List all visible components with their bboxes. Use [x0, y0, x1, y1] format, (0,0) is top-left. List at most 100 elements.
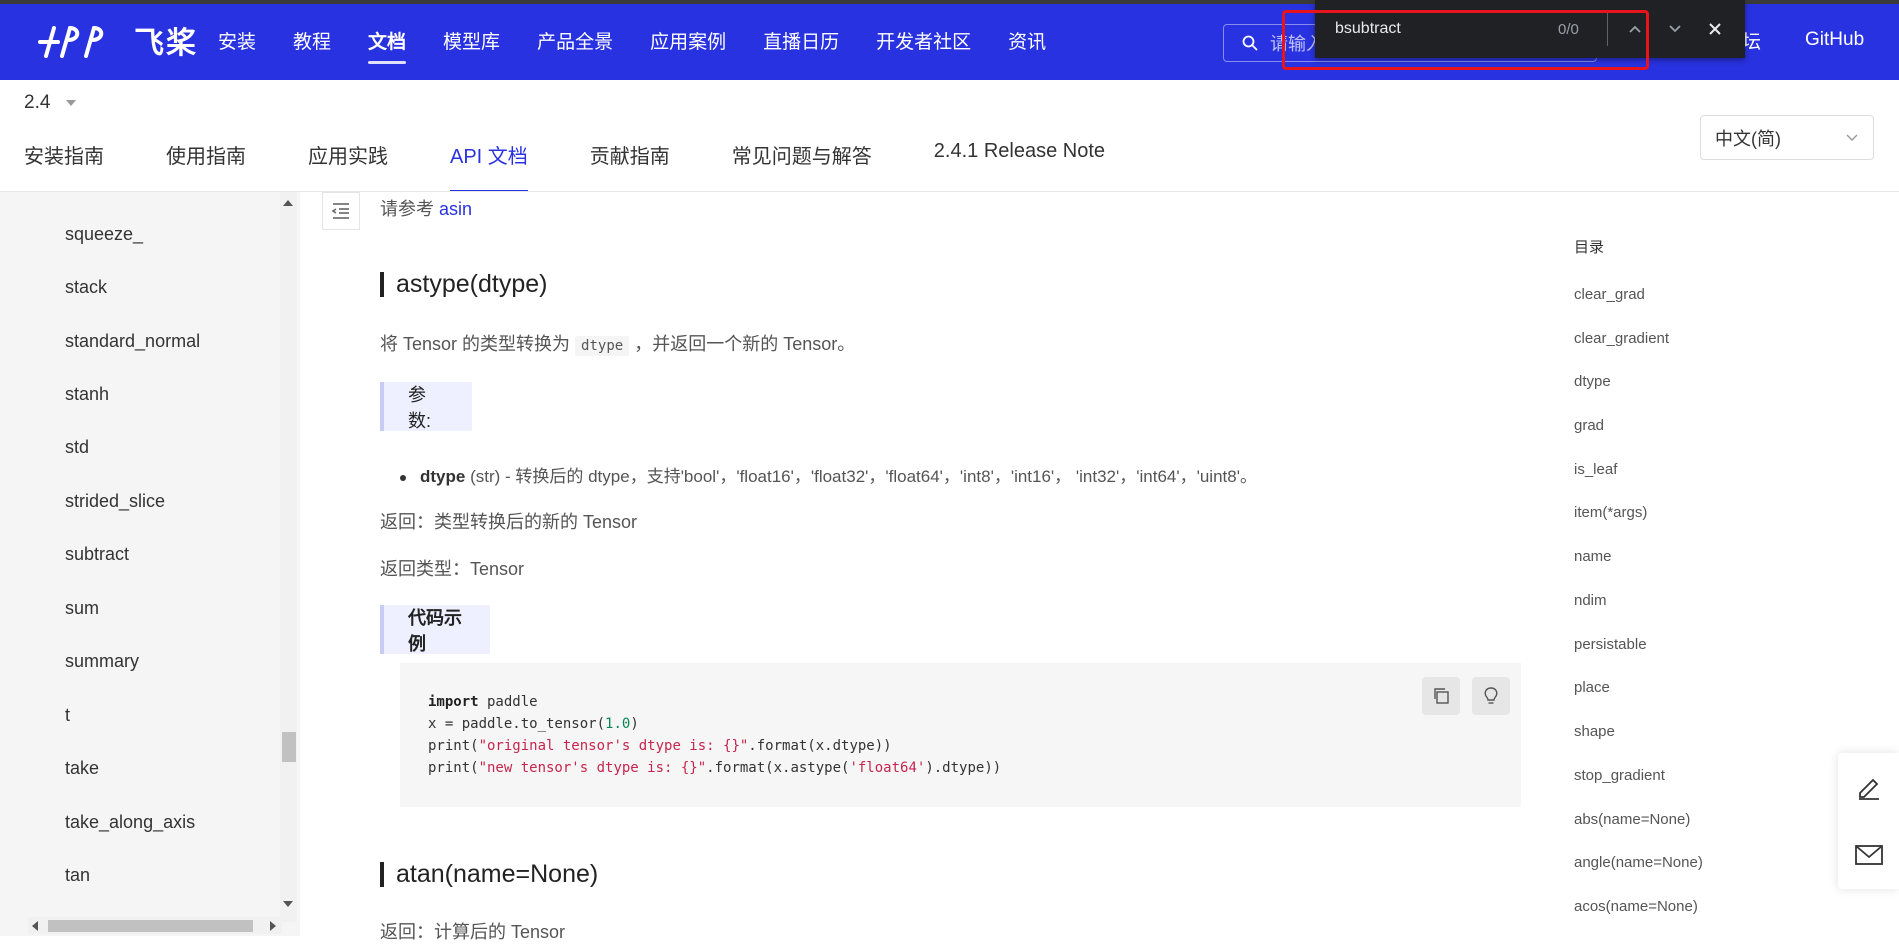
code-text: print(: [428, 738, 479, 754]
search-icon: [1242, 35, 1258, 51]
edit-page-button[interactable]: [1838, 753, 1899, 821]
tab-release-note[interactable]: 2.4.1 Release Note: [934, 140, 1105, 192]
code-string: "new tensor's dtype is: {}": [478, 760, 707, 776]
reference-link-asin[interactable]: asin: [439, 199, 472, 219]
sidebar-item-subtract[interactable]: subtract: [65, 544, 129, 565]
toc-item-name[interactable]: name: [1574, 548, 1612, 565]
toc-item-abs[interactable]: abs(name=None): [1574, 811, 1690, 828]
tab-practices[interactable]: 应用实践: [308, 140, 388, 192]
nav-model-zoo[interactable]: 模型库: [443, 0, 500, 80]
nav-cases[interactable]: 应用案例: [650, 0, 726, 80]
param-name: dtype: [420, 467, 466, 486]
find-close-button[interactable]: [1698, 12, 1732, 46]
toc-item-clear-grad[interactable]: clear_grad: [1574, 286, 1645, 303]
run-code-button[interactable]: [1472, 677, 1510, 715]
heading-bar: [380, 862, 384, 887]
code-number: 1.0: [605, 716, 631, 732]
param-dtype-item: dtype (str) - 转换后的 dtype，支持'bool'，'float…: [400, 462, 1257, 487]
toc-toggle-button[interactable]: [322, 192, 360, 230]
sidebar-item-stack[interactable]: stack: [65, 277, 107, 298]
sidebar-scroll-thumb[interactable]: [282, 732, 296, 762]
tab-user-guide[interactable]: 使用指南: [166, 140, 246, 192]
code-example-block: import paddle x = paddle.to_tensor(1.0) …: [400, 663, 1521, 807]
sidebar-item-strided-slice[interactable]: strided_slice: [65, 491, 165, 512]
nav-products[interactable]: 产品全景: [537, 0, 613, 80]
feedback-mail-button[interactable]: [1838, 821, 1899, 889]
sidebar-item-squeeze_[interactable]: squeeze_: [65, 224, 143, 245]
section-heading-astype: astype(dtype): [380, 270, 547, 299]
heading-bar: [380, 272, 384, 297]
paddle-logo[interactable]: 飞桨: [36, 22, 198, 60]
sidebar-item-summary[interactable]: summary: [65, 651, 139, 672]
atan-returns: 返回：计算后的 Tensor: [380, 922, 566, 942]
sidebar-item-std[interactable]: std: [65, 437, 89, 458]
find-previous-button[interactable]: [1618, 12, 1652, 46]
code-line-2: x = paddle.to_tensor(1.0): [428, 716, 639, 732]
toc-item-angle[interactable]: angle(name=None): [1574, 854, 1703, 871]
find-match-count: 0/0: [1558, 20, 1579, 38]
toc-item-ndim[interactable]: ndim: [1574, 592, 1607, 609]
sidebar-item-take[interactable]: take: [65, 758, 99, 779]
tab-install-guide[interactable]: 安装指南: [24, 140, 104, 192]
tab-contribute[interactable]: 贡献指南: [590, 140, 670, 192]
sidebar-item-tan[interactable]: tan: [65, 865, 90, 886]
code-text: .format(x.astype(: [706, 760, 850, 776]
copy-code-button[interactable]: [1422, 677, 1460, 715]
tab-faq[interactable]: 常见问题与解答: [732, 140, 872, 192]
toc-item-persistable[interactable]: persistable: [1574, 636, 1647, 653]
code-text: .format(x.dtype)): [748, 738, 892, 754]
nav-docs[interactable]: 文档: [368, 0, 407, 80]
example-label: 代码示例: [408, 607, 462, 654]
toc-item-place[interactable]: place: [1574, 679, 1610, 696]
sidebar-item-sum[interactable]: sum: [65, 598, 99, 619]
code-line-4: print("new tensor's dtype is: {}".format…: [428, 760, 1001, 776]
version-value: 2.4: [24, 92, 51, 113]
sidebar-item-standard-normal[interactable]: standard_normal: [65, 331, 200, 352]
sidebar-horizontal-scrollbar[interactable]: [28, 917, 282, 934]
toc-item-dtype[interactable]: dtype: [1574, 373, 1611, 390]
version-selector[interactable]: 2.4: [24, 92, 77, 114]
nav-tutorial[interactable]: 教程: [293, 0, 331, 80]
toc-item-clear-gradient[interactable]: clear_gradient: [1574, 330, 1669, 347]
find-next-button[interactable]: [1658, 12, 1692, 46]
language-value: 中文(简): [1715, 128, 1781, 149]
nav-github[interactable]: GitHub: [1805, 0, 1864, 80]
sidebar-item-t[interactable]: t: [65, 705, 70, 726]
scroll-down-arrow-icon[interactable]: [283, 901, 293, 907]
toc-item-shape[interactable]: shape: [1574, 723, 1615, 740]
lightbulb-icon: [1484, 687, 1498, 704]
section-heading-atan: atan(name=None): [380, 860, 598, 889]
scroll-right-arrow-icon[interactable]: [270, 921, 276, 931]
copy-icon: [1434, 688, 1449, 704]
toc-title: 目录: [1574, 239, 1605, 256]
browser-find-bar: bsubtract 0/0: [1315, 0, 1745, 58]
mail-icon: [1854, 845, 1883, 865]
nav-community[interactable]: 开发者社区: [876, 0, 971, 80]
toc-item-acos[interactable]: acos(name=None): [1574, 898, 1698, 915]
nav-live-calendar[interactable]: 直播日历: [763, 0, 839, 80]
toc-item-grad[interactable]: grad: [1574, 417, 1604, 434]
scroll-left-arrow-icon[interactable]: [32, 921, 38, 931]
example-callout: 代码示例: [380, 605, 490, 654]
sidebar-hscroll-thumb[interactable]: [48, 920, 253, 932]
outline-icon: [331, 203, 349, 219]
toc-item-item[interactable]: item(*args): [1574, 504, 1647, 521]
sidebar-vertical-scrollbar[interactable]: [280, 192, 297, 922]
astype-description: 将 Tensor 的类型转换为 dtype ，并返回一个新的 Tensor。: [380, 330, 855, 356]
reference-line: 请参考 asin: [380, 195, 472, 221]
nav-install[interactable]: 安装: [218, 0, 256, 80]
reference-prefix: 请参考: [380, 199, 434, 219]
pencil-icon: [1858, 778, 1879, 800]
toc-item-stop-gradient[interactable]: stop_gradient: [1574, 767, 1665, 784]
scroll-up-arrow-icon[interactable]: [283, 200, 293, 206]
nav-news[interactable]: 资讯: [1008, 0, 1046, 80]
language-select[interactable]: 中文(简): [1700, 115, 1874, 160]
desc-text-after: ，并返回一个新的 Tensor。: [634, 334, 856, 354]
find-separator: [1607, 12, 1608, 46]
tab-api-docs[interactable]: API 文档: [450, 140, 528, 192]
heading-text: astype(dtype): [396, 270, 548, 298]
sidebar-item-take-along-axis[interactable]: take_along_axis: [65, 812, 195, 833]
sidebar-item-stanh[interactable]: stanh: [65, 384, 109, 405]
caret-down-icon: [66, 100, 77, 106]
toc-item-is-leaf[interactable]: is_leaf: [1574, 461, 1617, 478]
